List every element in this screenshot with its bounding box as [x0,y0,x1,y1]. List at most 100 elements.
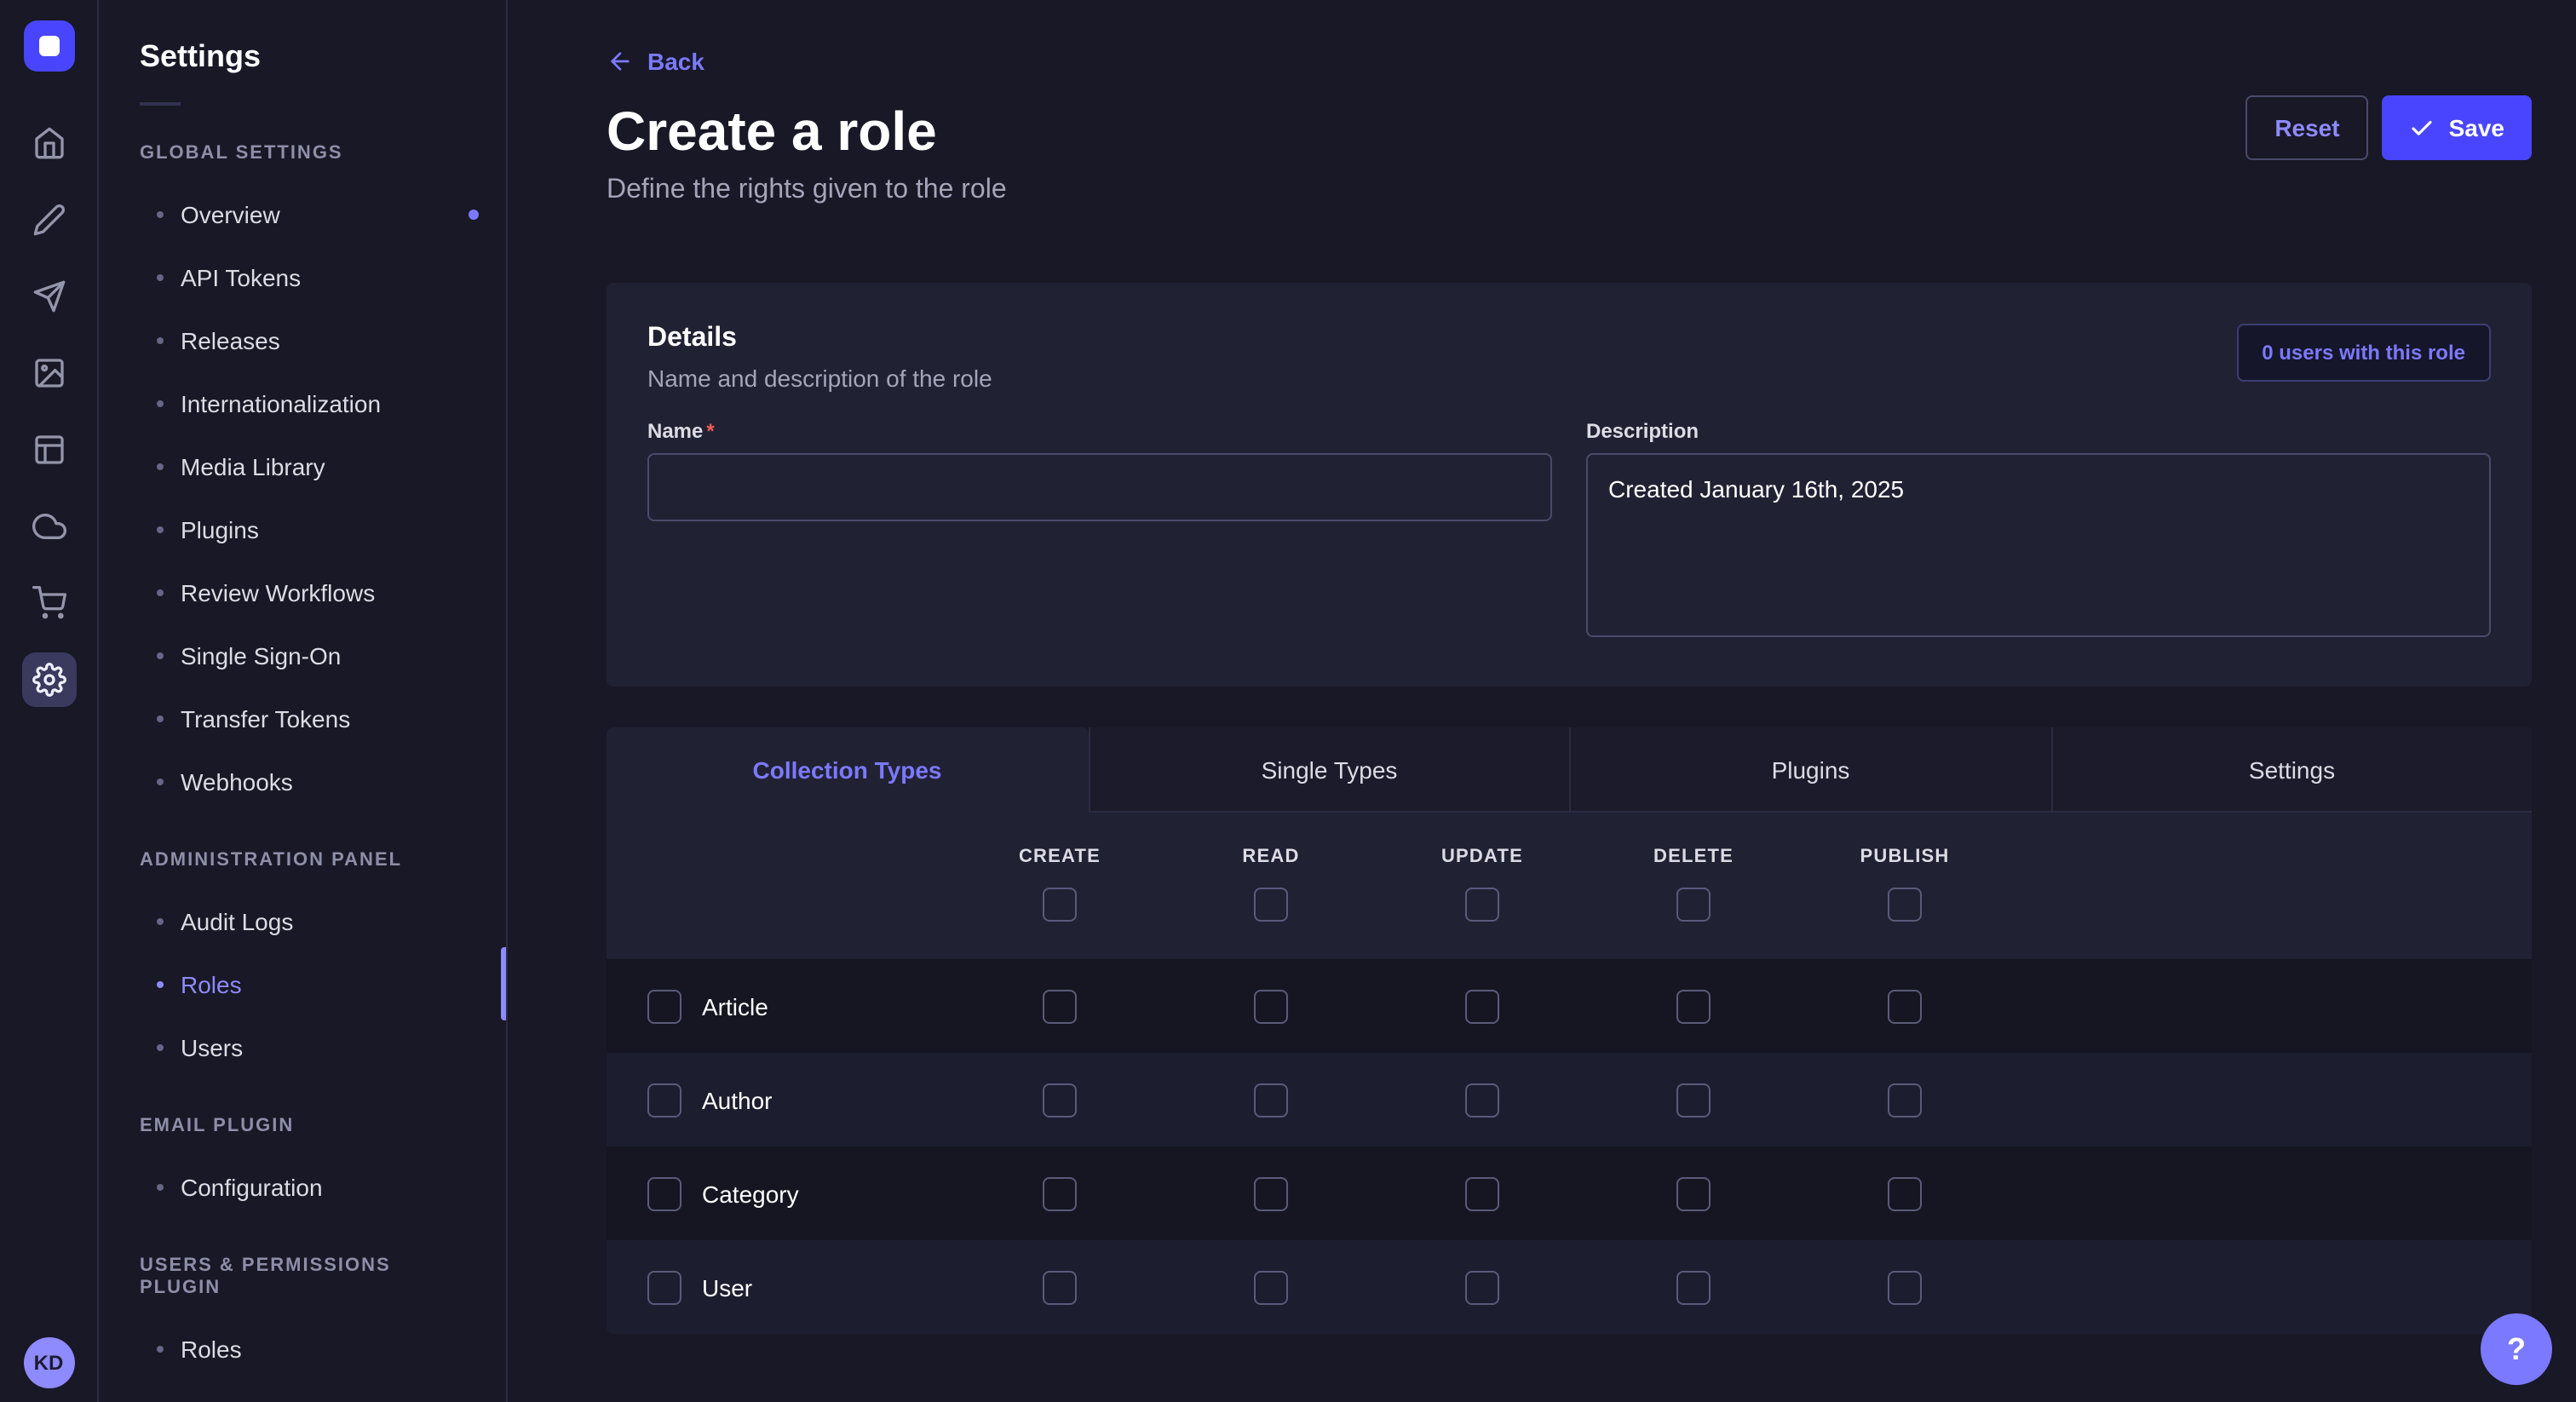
save-button[interactable]: Save [2383,95,2532,160]
sidebar-item-single-sign-on[interactable]: Single Sign-On [99,623,506,687]
header-actions: Reset Save [2245,95,2532,160]
permission-checkbox-create[interactable] [1043,989,1077,1023]
sidebar-item-configuration[interactable]: Configuration [99,1155,506,1218]
section-label-email-plugin: EMAIL PLUGIN [99,1116,506,1138]
description-textarea[interactable]: Created January 16th, 2025 [1586,453,2491,637]
permission-checkbox-publish[interactable] [1888,1270,1922,1304]
page-title: Create a role [607,102,2532,162]
app-window: KD Settings GLOBAL SETTINGS Overview API… [0,0,2576,1402]
rail-item-marketplace[interactable] [21,576,76,630]
rail-item-cloud[interactable] [21,499,76,554]
permissions-tabs: Collection Types Single Types Plugins Se… [607,727,2532,813]
permission-checkbox-publish[interactable] [1888,1176,1922,1210]
content-type-label: User [702,1273,752,1301]
bullet-icon [157,589,164,595]
sidebar-item-transfer-tokens[interactable]: Transfer Tokens [99,687,506,750]
sidebar-item-media-library[interactable]: Media Library [99,434,506,497]
sidebar-item-roles[interactable]: Roles [99,952,506,1015]
sidebar-item-label: Transfer Tokens [181,704,350,732]
sidebar-item-releases[interactable]: Releases [99,308,506,371]
bullet-icon [157,210,164,217]
permission-checkbox-read[interactable] [1254,1270,1288,1304]
sidebar-item-label: Overview [181,200,280,227]
permission-checkbox-create[interactable] [1043,1083,1077,1117]
rail-item-releases[interactable] [21,269,76,324]
select-all-publish-checkbox[interactable] [1888,888,1922,922]
back-label: Back [647,48,704,75]
tab-single-types[interactable]: Single Types [1088,727,1569,813]
settings-subnav: Settings GLOBAL SETTINGS Overview API To… [99,0,508,1402]
permission-checkbox-update[interactable] [1465,1176,1499,1210]
help-button[interactable]: ? [2481,1313,2552,1385]
users-with-role-button[interactable]: 0 users with this role [2236,324,2491,382]
sidebar-item-audit-logs[interactable]: Audit Logs [99,889,506,952]
permission-checkbox-delete[interactable] [1676,1270,1711,1304]
sidebar-item-label: Internationalization [181,389,381,417]
sidebar-item-label: Configuration [181,1173,323,1200]
bullet-icon [157,526,164,532]
tab-settings[interactable]: Settings [2050,727,2532,813]
name-label-text: Name [647,419,703,443]
sidebar-item-overview[interactable]: Overview [99,182,506,245]
row-select-checkbox[interactable] [647,1083,681,1117]
bullet-icon [157,273,164,280]
bullet-icon [157,980,164,987]
sidebar-item-providers[interactable]: Providers [99,1380,506,1402]
select-all-create-checkbox[interactable] [1043,888,1077,922]
paper-plane-icon [32,279,66,313]
table-row-author: Author [607,1053,2532,1146]
back-link[interactable]: Back [607,48,704,75]
sidebar-item-users[interactable]: Users [99,1015,506,1078]
permission-checkbox-publish[interactable] [1888,1083,1922,1117]
rail-item-media-library[interactable] [21,346,76,400]
row-select-checkbox[interactable] [647,989,681,1023]
tab-collection-types[interactable]: Collection Types [607,727,1088,813]
permission-checkbox-update[interactable] [1465,1270,1499,1304]
name-label: Name* [647,419,1552,443]
subnav-divider [140,102,181,106]
sidebar-item-up-roles[interactable]: Roles [99,1317,506,1380]
bullet-icon [157,917,164,924]
rail-item-content-manager[interactable] [21,192,76,247]
sidebar-item-label: Review Workflows [181,578,375,606]
permission-checkbox-create[interactable] [1043,1270,1077,1304]
permission-checkbox-delete[interactable] [1676,1083,1711,1117]
rail-item-settings[interactable] [21,652,76,707]
description-label: Description [1586,419,2491,443]
marketplace-cart-icon [32,586,66,620]
name-field-group: Name* [647,419,1552,646]
permission-checkbox-create[interactable] [1043,1176,1077,1210]
reset-button[interactable]: Reset [2245,95,2368,160]
home-icon [32,126,66,160]
permission-checkbox-read[interactable] [1254,989,1288,1023]
name-input[interactable] [647,453,1552,521]
column-header: READ [1242,847,1299,867]
settings-gear-icon [32,663,66,697]
select-all-delete-checkbox[interactable] [1676,888,1711,922]
sidebar-item-label: API Tokens [181,263,301,290]
sidebar-item-plugins[interactable]: Plugins [99,497,506,560]
permission-checkbox-delete[interactable] [1676,1176,1711,1210]
row-select-checkbox[interactable] [647,1270,681,1304]
bullet-icon [157,336,164,343]
sidebar-item-internationalization[interactable]: Internationalization [99,371,506,434]
sidebar-item-api-tokens[interactable]: API Tokens [99,245,506,308]
row-select-checkbox[interactable] [647,1176,681,1210]
permission-checkbox-publish[interactable] [1888,989,1922,1023]
permission-checkbox-update[interactable] [1465,1083,1499,1117]
permission-checkbox-read[interactable] [1254,1176,1288,1210]
arrow-left-icon [607,48,634,75]
section-label-global-settings: GLOBAL SETTINGS [99,143,506,165]
permission-checkbox-delete[interactable] [1676,989,1711,1023]
select-all-read-checkbox[interactable] [1254,888,1288,922]
tab-plugins[interactable]: Plugins [1569,727,2050,813]
rail-item-home[interactable] [21,116,76,170]
permission-checkbox-read[interactable] [1254,1083,1288,1117]
select-all-update-checkbox[interactable] [1465,888,1499,922]
sidebar-item-review-workflows[interactable]: Review Workflows [99,560,506,623]
permission-checkbox-update[interactable] [1465,989,1499,1023]
user-avatar[interactable]: KD [23,1337,74,1388]
sidebar-item-webhooks[interactable]: Webhooks [99,750,506,813]
rail-item-content-type-builder[interactable] [21,422,76,477]
strapi-logo[interactable] [23,20,74,72]
